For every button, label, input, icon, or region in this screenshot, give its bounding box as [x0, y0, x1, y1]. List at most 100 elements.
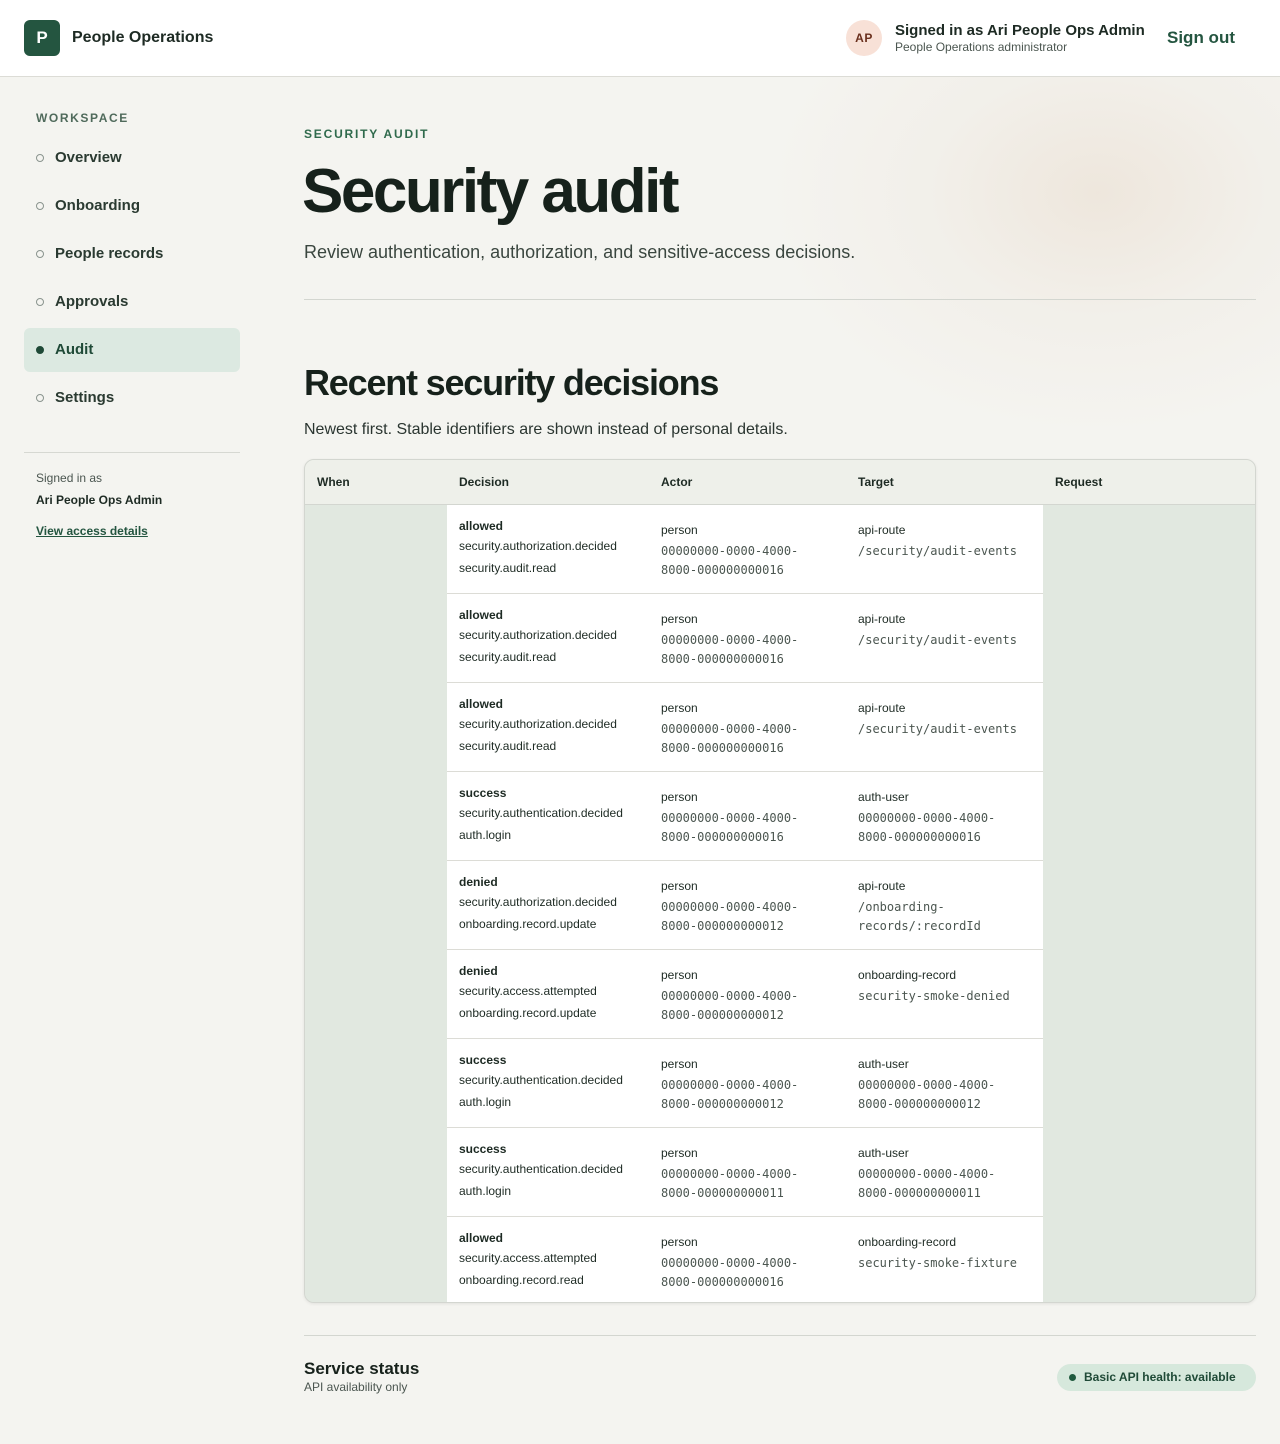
table-row: allowed security.authorization.decided sec… — [305, 504, 1255, 594]
nav-dot-icon — [36, 394, 44, 402]
column-header-target: Target — [846, 460, 1043, 505]
app-name[interactable]: People Operations — [72, 29, 213, 47]
decision-action: onboarding.record.update — [459, 916, 597, 931]
actor-type: person — [661, 522, 698, 537]
table-row: success security.authentication.decided au… — [305, 1038, 1255, 1128]
avatar: AP — [846, 20, 882, 56]
cell-request — [1043, 1127, 1255, 1216]
cell-request — [1043, 682, 1255, 771]
decision-event: security.authentication.decided — [459, 1072, 623, 1087]
cell-when — [305, 1127, 447, 1216]
section-title: Recent security decisions — [304, 362, 719, 403]
cell-target: auth-user 00000000-0000-4000-8000-0000000… — [846, 1038, 1043, 1128]
actor-type: person — [661, 1234, 698, 1249]
cell-actor: person 00000000-0000-4000-8000-0000000000… — [649, 1127, 846, 1217]
nav-dot-icon — [36, 202, 44, 210]
sidebar-item-onboarding[interactable]: Onboarding — [24, 184, 240, 228]
table-row: allowed security.authorization.decided sec… — [305, 682, 1255, 772]
cell-decision: denied security.access.attempted onboardin… — [447, 949, 649, 1039]
decision-event: security.authorization.decided — [459, 627, 617, 642]
sidebar-divider — [24, 452, 240, 453]
target-id: 00000000-0000-4000-8000-000000000011 — [858, 1166, 996, 1200]
target-type: onboarding-record — [858, 1234, 957, 1249]
service-status-title: Service status — [304, 1359, 420, 1378]
decision-outcome: success — [459, 1141, 507, 1156]
api-health-badge: Basic API health: available — [1057, 1364, 1256, 1391]
actor-type: person — [661, 1145, 698, 1160]
cell-when — [305, 860, 447, 949]
decision-outcome: success — [459, 1052, 507, 1067]
signed-in-label: Signed in as — [36, 471, 103, 485]
cell-decision: allowed security.authorization.decided sec… — [447, 682, 649, 772]
decision-event: security.authorization.decided — [459, 716, 617, 731]
sidebar-item-label: Overview — [55, 149, 122, 166]
sidebar-item-approvals[interactable]: Approvals — [24, 280, 240, 324]
view-access-details-link[interactable]: View access details — [36, 524, 148, 538]
cell-when — [305, 949, 447, 1038]
cell-request — [1043, 1216, 1255, 1302]
nav-dot-icon — [36, 346, 44, 354]
target-id: security-smoke-fixture — [858, 1255, 1017, 1270]
service-status-subtitle: API availability only — [304, 1380, 408, 1394]
top-bar: P People Operations AP Signed in as Ari … — [0, 0, 1280, 77]
cell-target: auth-user 00000000-0000-4000-8000-0000000… — [846, 1127, 1043, 1217]
target-id: 00000000-0000-4000-8000-000000000016 — [858, 810, 996, 844]
nav-dot-icon — [36, 154, 44, 162]
decision-event: security.authentication.decided — [459, 805, 623, 820]
table-row: success security.authentication.decided au… — [305, 771, 1255, 861]
column-header-request: Request — [1043, 460, 1255, 505]
decision-action: security.audit.read — [459, 738, 557, 753]
actor-id: 00000000-0000-4000-8000-000000000012 — [661, 988, 799, 1022]
cell-target: api-route/onboarding-records/:recordId — [846, 860, 1043, 950]
sidebar-item-settings[interactable]: Settings — [24, 376, 240, 420]
cell-actor: person 00000000-0000-4000-8000-0000000000… — [649, 504, 846, 594]
decision-outcome: denied — [459, 963, 498, 978]
sidebar-heading: WORKSPACE — [36, 111, 129, 125]
cell-when — [305, 504, 447, 593]
table-row: allowed security.access.attempted onboardi… — [305, 1216, 1255, 1302]
table-header-row: When Decision Actor Target Request — [305, 460, 1255, 505]
target-type: api-route — [858, 611, 906, 626]
column-header-actor: Actor — [649, 460, 846, 505]
sidebar-item-label: Audit — [55, 341, 94, 358]
section-divider — [304, 299, 1256, 300]
table-row: success security.authentication.decided au… — [305, 1127, 1255, 1217]
cell-decision: allowed security.access.attempted onboardi… — [447, 1216, 649, 1302]
actor-type: person — [661, 611, 698, 626]
target-id: /onboarding-records/:recordId — [858, 899, 981, 933]
target-id: /security/audit-events — [858, 721, 1017, 736]
sidebar-item-people-records[interactable]: People records — [24, 232, 240, 276]
cell-target: api-route/security/audit-events — [846, 682, 1043, 772]
decision-action: auth.login — [459, 1094, 512, 1109]
cell-decision: success security.authentication.decided au… — [447, 1038, 649, 1128]
sidebar-item-audit[interactable]: Audit — [24, 328, 240, 372]
decision-action: auth.login — [459, 1183, 512, 1198]
actor-id: 00000000-0000-4000-8000-000000000016 — [661, 632, 799, 666]
sidebar-item-label: Approvals — [55, 293, 129, 310]
actor-type: person — [661, 967, 698, 982]
cell-decision: allowed security.authorization.decided sec… — [447, 504, 649, 594]
decision-action: auth.login — [459, 827, 512, 842]
cell-request — [1043, 504, 1255, 593]
cell-when — [305, 593, 447, 682]
sign-out-button[interactable]: Sign out — [1167, 28, 1235, 48]
decision-action: security.audit.read — [459, 649, 557, 664]
target-id: /security/audit-events — [858, 632, 1017, 647]
cell-request — [1043, 949, 1255, 1038]
target-type: api-route — [858, 878, 906, 893]
sidebar-item-label: Onboarding — [55, 197, 140, 214]
app-logo[interactable]: P — [24, 20, 60, 56]
actor-id: 00000000-0000-4000-8000-000000000016 — [661, 543, 799, 577]
cell-actor: person 00000000-0000-4000-8000-0000000000… — [649, 771, 846, 861]
footer-divider — [304, 1335, 1256, 1336]
target-type: api-route — [858, 522, 906, 537]
target-id: 00000000-0000-4000-8000-000000000012 — [858, 1077, 996, 1111]
nav-dot-icon — [36, 250, 44, 258]
decision-event: security.authorization.decided — [459, 894, 617, 909]
decision-action: onboarding.record.read — [459, 1272, 584, 1287]
decision-event: security.access.attempted — [459, 983, 597, 998]
decision-action: onboarding.record.update — [459, 1005, 597, 1020]
page-eyebrow: SECURITY AUDIT — [304, 127, 430, 141]
table-row: denied security.authorization.decided onbo… — [305, 860, 1255, 950]
sidebar-item-overview[interactable]: Overview — [24, 136, 240, 180]
